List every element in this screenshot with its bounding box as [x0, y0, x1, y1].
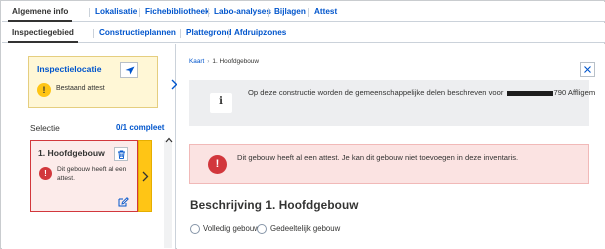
error-icon: !: [39, 167, 52, 180]
tab-algemene-info[interactable]: Algemene info: [7, 2, 73, 22]
navigate-arrow-icon: [125, 66, 135, 75]
selection-count: 0/1 compleet: [116, 123, 164, 132]
location-card-title: Inspectielocatie: [37, 64, 102, 74]
close-icon: [584, 66, 591, 73]
radio-volledig-gebouw[interactable]: Volledig gebouw: [190, 223, 260, 235]
tab-separator: [228, 29, 229, 38]
warning-icon: !: [37, 83, 51, 97]
radio-gedeeltelijk-gebouw[interactable]: Gedeeltelijk gebouw: [257, 223, 340, 235]
delete-button[interactable]: [114, 147, 128, 161]
error-notice-text: Dit gebouw heeft al een attest. Je kan d…: [237, 153, 519, 162]
navigate-button[interactable]: [120, 62, 138, 78]
info-icon: i: [210, 93, 232, 113]
info-notice-text: Op deze constructie worden de gemeenscha…: [248, 88, 596, 97]
tab-separator: [268, 8, 269, 17]
location-status-text: Bestaand attest: [56, 85, 105, 92]
tab-separator: [208, 8, 209, 17]
close-button[interactable]: [580, 62, 595, 77]
tab-afdruipzones[interactable]: Afdruipzones: [234, 23, 286, 43]
breadcrumb-chevron-icon: ›: [207, 58, 210, 65]
building-card[interactable]: 1. Hoofdgebouw ! Dit gebouw heeft al een…: [30, 140, 138, 212]
edit-icon[interactable]: [118, 197, 129, 207]
main-tab-bar: Algemene info Lokalisatie Fichebibliothe…: [2, 2, 605, 22]
building-card-title: 1. Hoofdgebouw: [38, 148, 105, 158]
tab-separator: [139, 8, 140, 17]
chevron-right-icon: [142, 171, 149, 182]
error-icon: !: [208, 155, 227, 174]
left-panel: Inspectielocatie ! Bestaand attest Selec…: [2, 44, 178, 249]
selection-label: Selectie: [30, 123, 60, 133]
tab-plattegrond[interactable]: Plattegrond: [186, 23, 232, 43]
scrollbar[interactable]: [164, 140, 172, 248]
tab-separator: [89, 8, 90, 17]
info-notice: i Op deze constructie worden de gemeensc…: [189, 80, 595, 126]
scroll-up-icon[interactable]: [165, 137, 173, 143]
error-notice: ! Dit gebouw heeft al een attest. Je kan…: [189, 144, 589, 184]
sub-tab-bar: Inspectiegebied Constructieplannen Platt…: [2, 23, 605, 43]
tab-labo-analyses[interactable]: Labo-analyses: [214, 2, 271, 22]
detail-panel: Kaart › 1. Hoofdgebouw i Op deze construct…: [177, 44, 605, 249]
location-card[interactable]: Inspectielocatie ! Bestaand attest: [28, 56, 178, 108]
building-card-message: Dit gebouw heeft al een attest.: [57, 166, 127, 182]
app-window: Algemene info Lokalisatie Fichebibliothe…: [0, 0, 605, 249]
breadcrumb: Kaart › 1. Hoofdgebouw: [189, 58, 259, 65]
tab-lokalisatie[interactable]: Lokalisatie: [95, 2, 137, 22]
breadcrumb-root[interactable]: Kaart: [189, 58, 204, 65]
description-heading: Beschrijving 1. Hoofdgebouw: [190, 198, 359, 212]
tab-constructieplannen[interactable]: Constructieplannen: [99, 23, 176, 43]
building-card-open[interactable]: [138, 140, 152, 212]
tab-attest[interactable]: Attest: [314, 2, 337, 22]
tab-separator: [308, 8, 309, 17]
tab-fichebibliotheek[interactable]: Fichebibliotheek: [145, 2, 210, 22]
tab-bijlagen[interactable]: Bijlagen: [274, 2, 306, 22]
tab-separator: [93, 29, 94, 38]
breadcrumb-current: 1. Hoofdgebouw: [212, 58, 259, 65]
redacted-address: [506, 90, 553, 96]
tab-inspectiegebied[interactable]: Inspectiegebied: [8, 23, 78, 43]
selection-count-total: /1 compleet: [120, 123, 165, 132]
trash-icon: [118, 150, 125, 159]
tab-separator: [180, 29, 181, 38]
